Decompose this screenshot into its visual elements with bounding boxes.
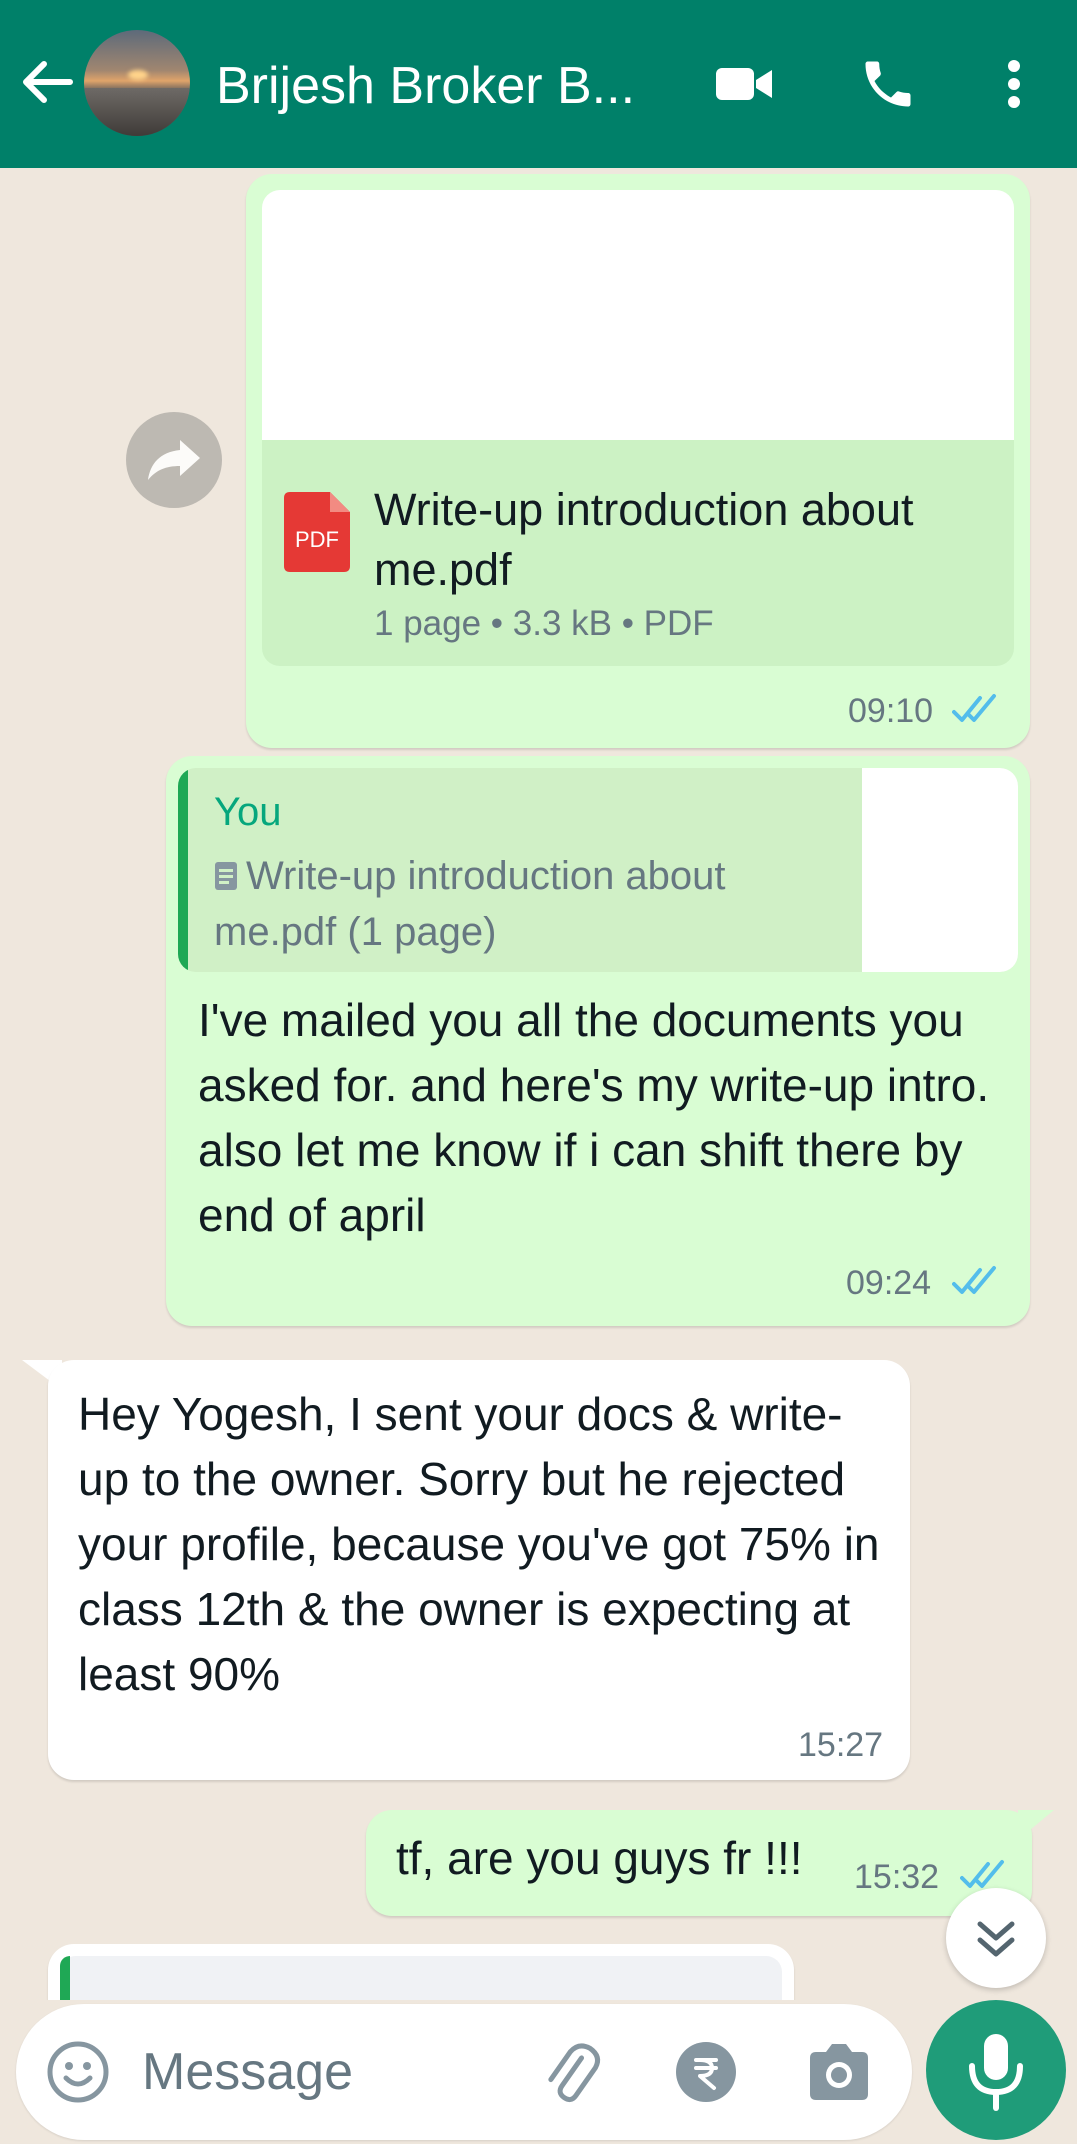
- message-text: Hey Yogesh, I sent your docs & write-up …: [78, 1388, 880, 1700]
- outgoing-message[interactable]: tf, are you guys fr !!! 15:32: [366, 1810, 1032, 1916]
- share-arrow-icon: [148, 440, 200, 480]
- contact-avatar[interactable]: [84, 30, 190, 136]
- message-text: I've mailed you all the documents you as…: [198, 994, 990, 1241]
- message-text: tf, are you guys fr !!!: [396, 1832, 803, 1884]
- bubble-tail: [1018, 1810, 1054, 1840]
- double-chevron-down-icon: [977, 1921, 1015, 1957]
- document-icon: [215, 862, 237, 890]
- quoted-message[interactable]: You Write-up introduction about me.pdf (…: [178, 768, 1018, 972]
- quoted-author: You: [214, 790, 282, 834]
- chat-header: Brijesh Broker B...: [0, 0, 1077, 168]
- read-ticks-icon: [952, 694, 996, 722]
- arrow-left-icon: [23, 61, 73, 103]
- chat-title[interactable]: Brijesh Broker B...: [216, 54, 666, 118]
- message-time: 09:24: [846, 1264, 932, 1302]
- pdf-file-icon: PDF: [284, 492, 350, 572]
- smiley-icon: [47, 2041, 109, 2103]
- phone-icon: [865, 61, 911, 107]
- pdf-badge: PDF: [295, 527, 339, 552]
- incoming-message[interactable]: Hey Yogesh, I sent your docs & write-up …: [48, 1360, 910, 1780]
- document-meta: 1 page • 3.3 kB • PDF: [374, 604, 714, 643]
- paperclip-icon: [548, 2043, 601, 2103]
- video-call-button[interactable]: [714, 54, 774, 114]
- message-composer: [16, 2004, 912, 2140]
- voice-message-button[interactable]: [926, 2000, 1066, 2140]
- emoji-button[interactable]: [46, 2040, 110, 2104]
- camera-icon: [810, 2044, 868, 2100]
- read-ticks-icon: [960, 1860, 1004, 1888]
- back-button[interactable]: [18, 52, 78, 112]
- kebab-menu-icon: [1008, 60, 1020, 108]
- document-name: Write-up introduction about me.pdf: [374, 484, 914, 595]
- quoted-thumbnail: [862, 768, 1018, 972]
- message-input[interactable]: [142, 2036, 522, 2108]
- camera-button[interactable]: [804, 2040, 874, 2104]
- scroll-to-bottom-button[interactable]: [946, 1888, 1046, 1988]
- forward-button[interactable]: [126, 412, 222, 508]
- attach-button[interactable]: [536, 2038, 606, 2108]
- quoted-message[interactable]: [60, 1956, 782, 2000]
- document-message[interactable]: PDF Write-up introduction about me.pdf 1…: [246, 174, 1030, 748]
- video-camera-icon: [716, 68, 772, 100]
- rupee-icon: [676, 2042, 736, 2102]
- reply-message[interactable]: You Write-up introduction about me.pdf (…: [166, 756, 1030, 1326]
- voice-call-button[interactable]: [858, 54, 918, 114]
- message-time: 15:27: [798, 1726, 884, 1764]
- message-time: 09:10: [848, 692, 934, 730]
- partial-message[interactable]: [48, 1944, 794, 2000]
- more-options-button[interactable]: [1000, 54, 1060, 114]
- quoted-text: Write-up introduction about me.pdf (1 pa…: [214, 854, 726, 954]
- message-time: 15:32: [854, 1858, 940, 1896]
- chat-messages[interactable]: PDF Write-up introduction about me.pdf 1…: [0, 168, 1077, 2000]
- read-ticks-icon: [952, 1266, 996, 1294]
- document-preview[interactable]: [262, 190, 1014, 440]
- payment-button[interactable]: [674, 2040, 738, 2104]
- microphone-icon: [969, 2034, 1023, 2111]
